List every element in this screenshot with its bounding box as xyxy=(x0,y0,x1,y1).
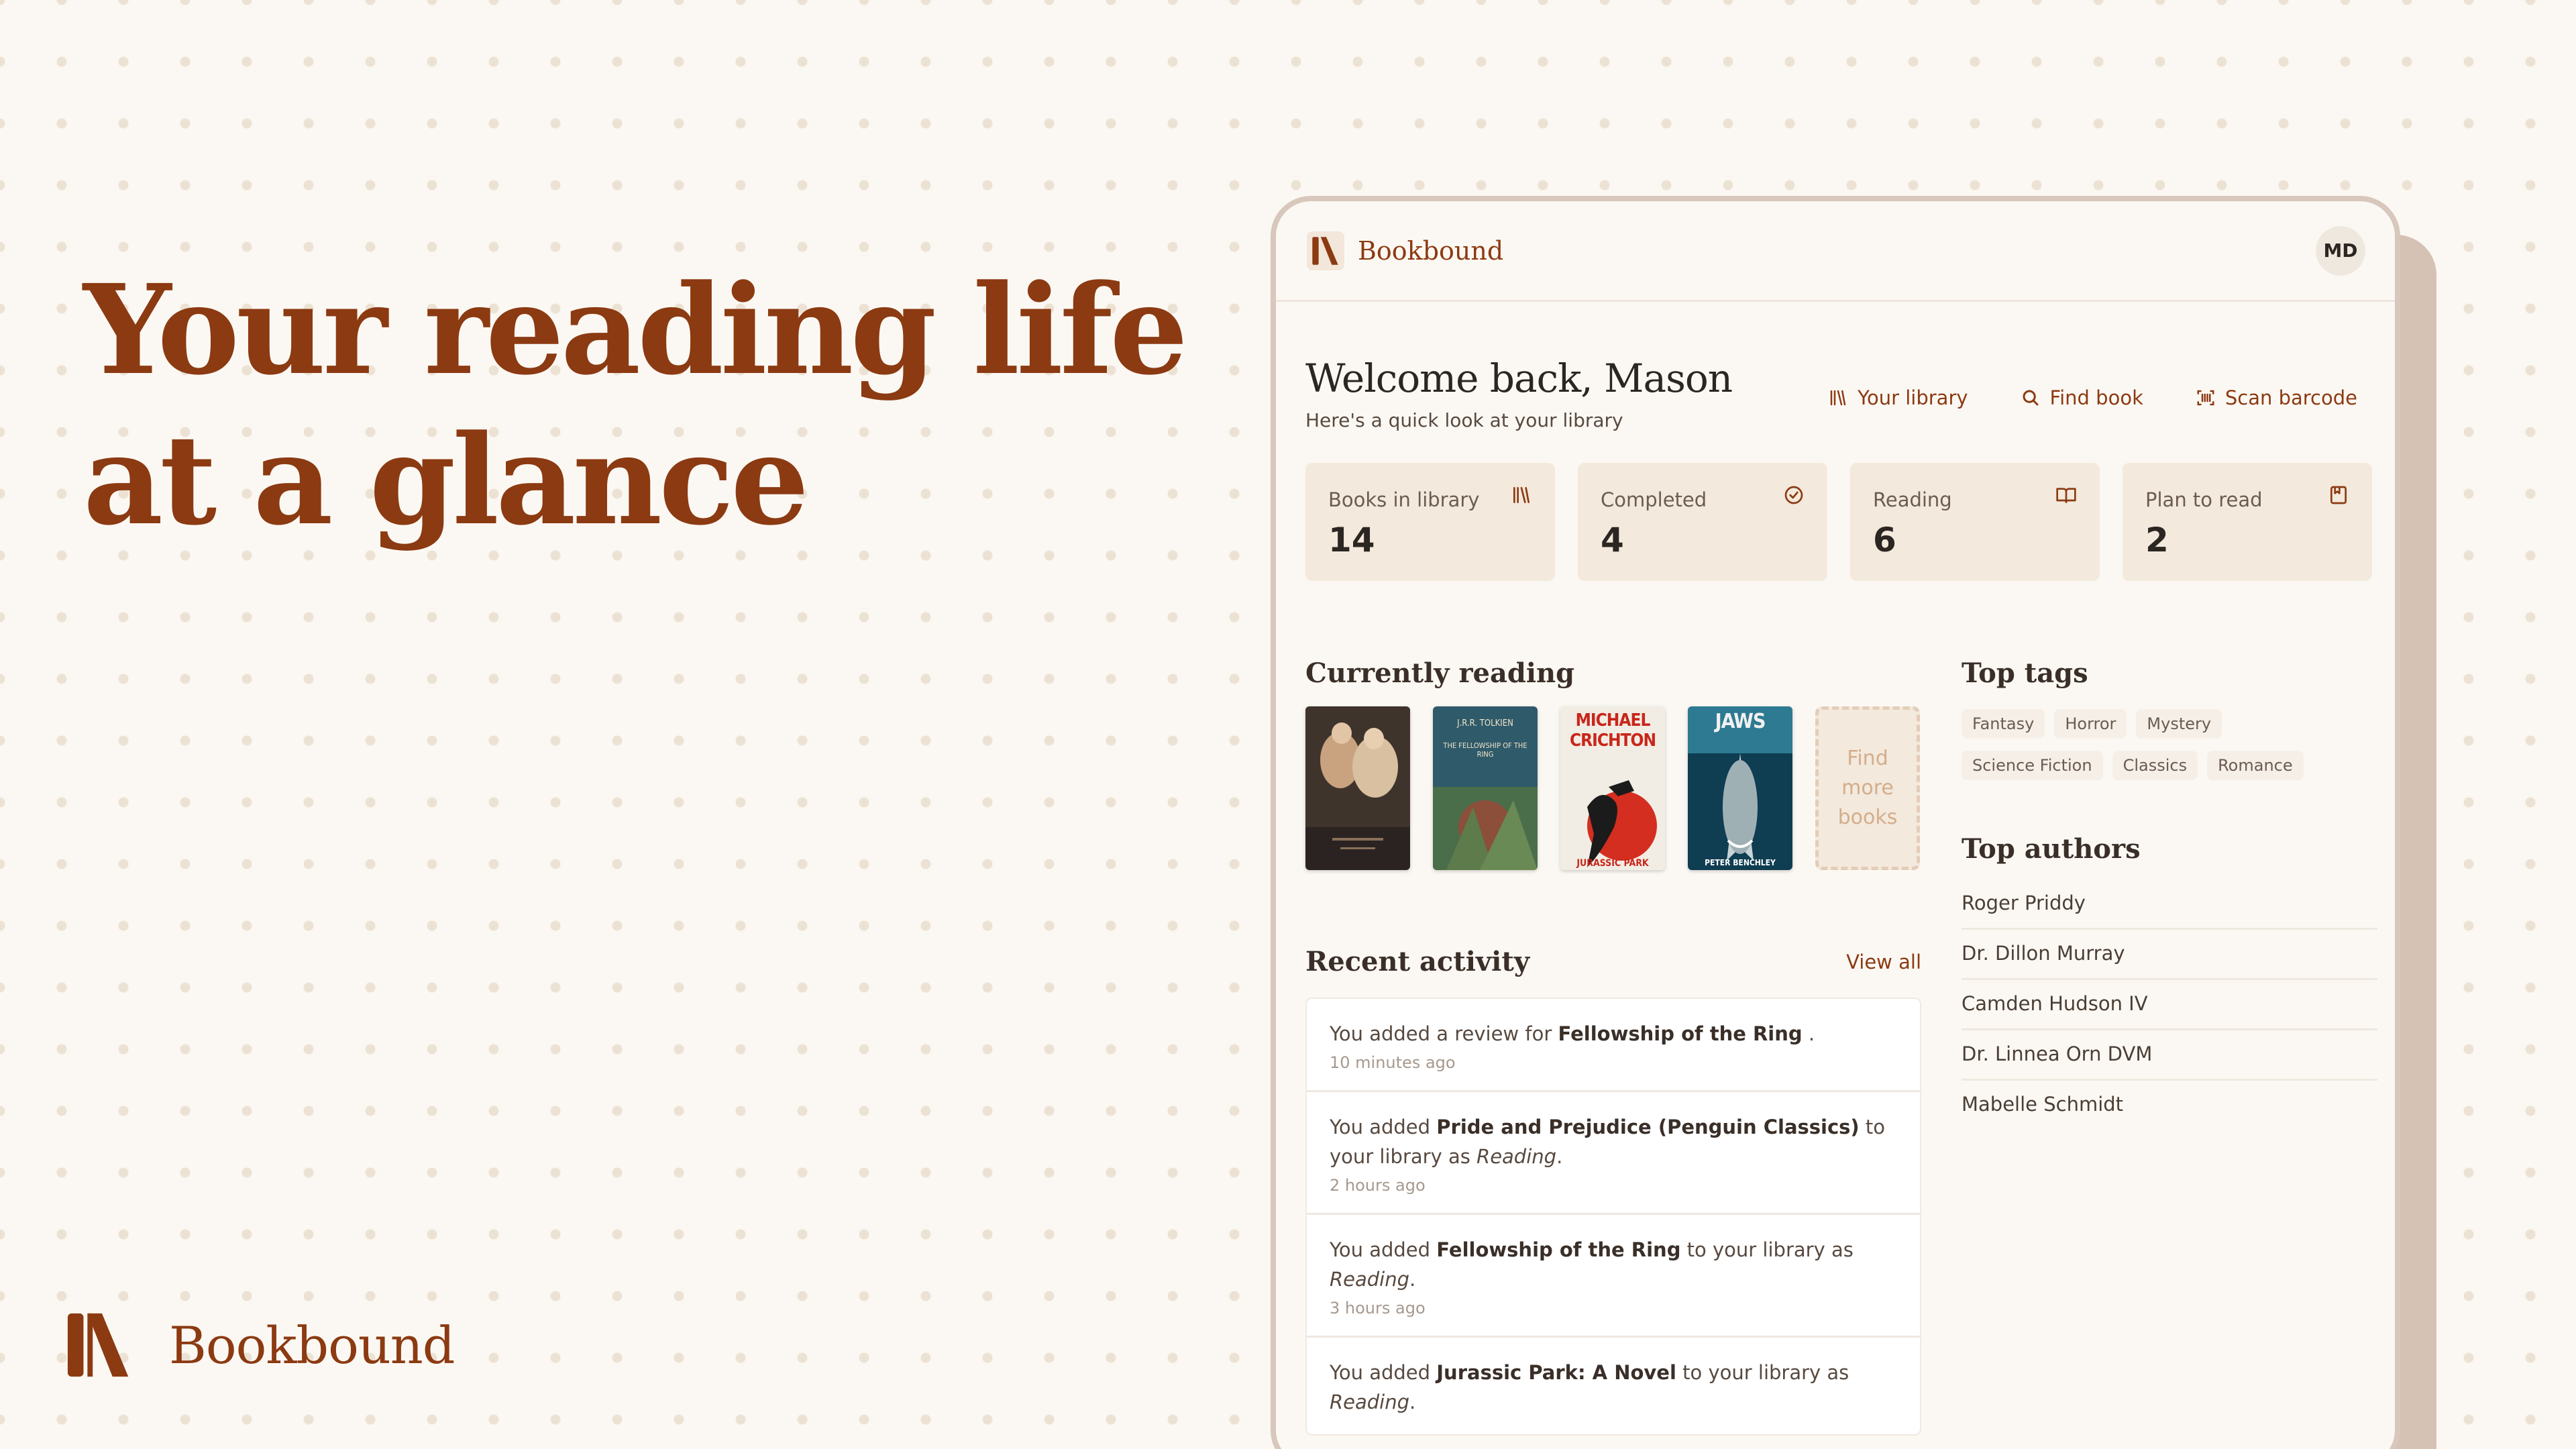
recent-activity-header: Recent activity View all xyxy=(1305,946,1921,977)
tag-chip[interactable]: Romance xyxy=(2207,751,2304,780)
author-item[interactable]: Dr. Dillon Murray xyxy=(1962,930,2377,980)
hero-headline: Your reading life at a glance xyxy=(83,255,1188,555)
activity-book: Jurassic Park: A Novel xyxy=(1436,1361,1676,1384)
stat-card-completed[interactable]: Completed 4 xyxy=(1578,463,1827,581)
hero-headline-line-2: at a glance xyxy=(83,408,809,553)
stat-value: 2 xyxy=(2145,521,2169,559)
welcome-subtitle: Here's a quick look at your library xyxy=(1305,409,1623,431)
bookmark-book-icon xyxy=(2330,486,2347,504)
cover-title: JAWS xyxy=(1715,710,1766,733)
bookbound-logo-icon xyxy=(64,1308,137,1382)
currently-reading-section: Currently reading J.R.R. TOLKIEN THE FEL… xyxy=(1305,657,1920,870)
activity-time: 10 minutes ago xyxy=(1330,1053,1456,1072)
brand-name: Bookbound xyxy=(169,1315,455,1375)
author-item[interactable]: Dr. Linnea Orn DVM xyxy=(1962,1030,2377,1081)
library-icon xyxy=(1513,487,1529,503)
recent-activity-section: Recent activity View all You added a rev… xyxy=(1305,946,1921,1436)
author-item[interactable]: Mabelle Schmidt xyxy=(1962,1081,2377,1129)
activity-book: Fellowship of the Ring xyxy=(1436,1238,1681,1261)
activity-text: You added Jurassic Park: A Novel to your… xyxy=(1330,1361,1849,1413)
your-library-link[interactable]: Your library xyxy=(1828,386,1968,409)
stat-value: 6 xyxy=(1873,521,1896,559)
activity-list: You added a review for Fellowship of the… xyxy=(1305,998,1921,1436)
tag-chip[interactable]: Fantasy xyxy=(1962,709,2045,739)
currently-reading-title: Currently reading xyxy=(1305,657,1575,689)
find-more-books-button[interactable]: Find more books xyxy=(1815,706,1920,870)
user-avatar[interactable]: MD xyxy=(2316,225,2365,276)
book-cover-jaws[interactable]: JAWS PETER BENCHLEY xyxy=(1688,706,1792,870)
scan-barcode-link[interactable]: Scan barcode xyxy=(2196,386,2357,409)
top-tags-title: Top tags xyxy=(1962,657,2088,689)
app-brand-name: Bookbound xyxy=(1358,235,1504,266)
bookbound-logo-icon xyxy=(1307,231,1344,270)
author-item[interactable]: Camden Hudson IV xyxy=(1962,980,2377,1030)
activity-status: Reading xyxy=(1330,1391,1410,1413)
hero-headline-line-1: Your reading life xyxy=(83,258,1188,402)
app-window: Bookbound MD Welcome back, Mason Here's … xyxy=(1271,196,2400,1449)
find-book-label: Find book xyxy=(2049,386,2143,409)
check-circle-icon xyxy=(1784,486,1803,504)
barcode-scan-icon xyxy=(2197,390,2214,406)
stat-card-reading[interactable]: Reading 6 xyxy=(1850,463,2100,581)
stat-value: 14 xyxy=(1328,521,1375,559)
cover-title: JURASSIC PARK xyxy=(1576,858,1649,869)
activity-book: Pride and Prejudice (Penguin Classics) xyxy=(1436,1116,1860,1138)
recent-activity-title: Recent activity xyxy=(1305,946,1530,977)
your-library-label: Your library xyxy=(1858,386,1968,409)
welcome-title: Welcome back, Mason xyxy=(1305,356,1733,401)
activity-text: You added Pride and Prejudice (Penguin C… xyxy=(1330,1116,1886,1168)
open-book-icon xyxy=(2056,488,2076,503)
book-cover-row: J.R.R. TOLKIEN THE FELLOWSHIP OF THE RIN… xyxy=(1305,706,1920,870)
brand-lockup: Bookbound xyxy=(64,1308,455,1382)
stat-value: 4 xyxy=(1601,521,1624,559)
activity-text: You added Fellowship of the Ring to your… xyxy=(1330,1238,1854,1291)
cover-author: MICHAEL CRICHTON xyxy=(1569,710,1656,751)
search-icon xyxy=(2023,390,2039,406)
activity-status: Reading xyxy=(1477,1145,1557,1168)
stat-label: Plan to read xyxy=(2145,488,2263,511)
activity-time: 3 hours ago xyxy=(1330,1299,1426,1318)
view-all-link[interactable]: View all xyxy=(1846,951,1921,973)
tag-chip[interactable]: Horror xyxy=(2054,709,2127,739)
stat-label: Books in library xyxy=(1328,488,1480,511)
tag-list: Fantasy Horror Mystery Science Fiction C… xyxy=(1962,709,2337,780)
tag-chip[interactable]: Classics xyxy=(2112,751,2198,780)
cover-author: PETER BENCHLEY xyxy=(1705,858,1776,867)
activity-text: You added a review for Fellowship of the… xyxy=(1330,1022,1815,1045)
welcome-block: Welcome back, Mason Here's a quick look … xyxy=(1305,356,1733,431)
book-cover-fellowship-of-the-ring[interactable]: J.R.R. TOLKIEN THE FELLOWSHIP OF THE RIN… xyxy=(1433,706,1538,870)
tag-chip[interactable]: Science Fiction xyxy=(1962,751,2103,780)
activity-item[interactable]: You added Pride and Prejudice (Penguin C… xyxy=(1307,1092,1920,1215)
app-brand[interactable]: Bookbound xyxy=(1307,231,1503,270)
stats-row: Books in library 14 Completed 4 Reading … xyxy=(1305,463,2372,581)
activity-status: Reading xyxy=(1330,1268,1410,1291)
top-authors-section: Top authors Roger Priddy Dr. Dillon Murr… xyxy=(1962,833,2377,1129)
activity-item[interactable]: You added Fellowship of the Ring to your… xyxy=(1307,1215,1920,1338)
book-cover-pride-and-prejudice[interactable] xyxy=(1305,706,1410,870)
library-icon xyxy=(1830,390,1846,406)
app-header: Bookbound MD xyxy=(1276,201,2395,302)
cover-author: J.R.R. TOLKIEN xyxy=(1457,718,1513,729)
author-item[interactable]: Roger Priddy xyxy=(1962,879,2377,930)
cover-title: THE FELLOWSHIP OF THE RING xyxy=(1443,741,1527,759)
quick-actions: Your library Find book Scan barcode xyxy=(1828,386,2357,409)
book-cover-jurassic-park[interactable]: MICHAEL CRICHTON JURASSIC PARK xyxy=(1560,706,1665,870)
stat-label: Completed xyxy=(1601,488,1707,511)
find-book-link[interactable]: Find book xyxy=(2021,386,2143,409)
stat-label: Reading xyxy=(1873,488,1952,511)
top-tags-section: Top tags Fantasy Horror Mystery Science … xyxy=(1962,657,2377,780)
activity-time: 2 hours ago xyxy=(1330,1176,1426,1195)
activity-book: Fellowship of the Ring xyxy=(1558,1022,1803,1045)
top-authors-title: Top authors xyxy=(1962,833,2141,865)
tag-chip[interactable]: Mystery xyxy=(2136,709,2222,739)
scan-barcode-label: Scan barcode xyxy=(2224,386,2357,409)
author-list: Roger Priddy Dr. Dillon Murray Camden Hu… xyxy=(1962,879,2377,1129)
stat-card-books-in-library[interactable]: Books in library 14 xyxy=(1305,463,1555,581)
stat-card-plan-to-read[interactable]: Plan to read 2 xyxy=(2123,463,2372,581)
activity-item[interactable]: You added Jurassic Park: A Novel to your… xyxy=(1307,1338,1920,1434)
activity-item[interactable]: You added a review for Fellowship of the… xyxy=(1307,999,1920,1092)
